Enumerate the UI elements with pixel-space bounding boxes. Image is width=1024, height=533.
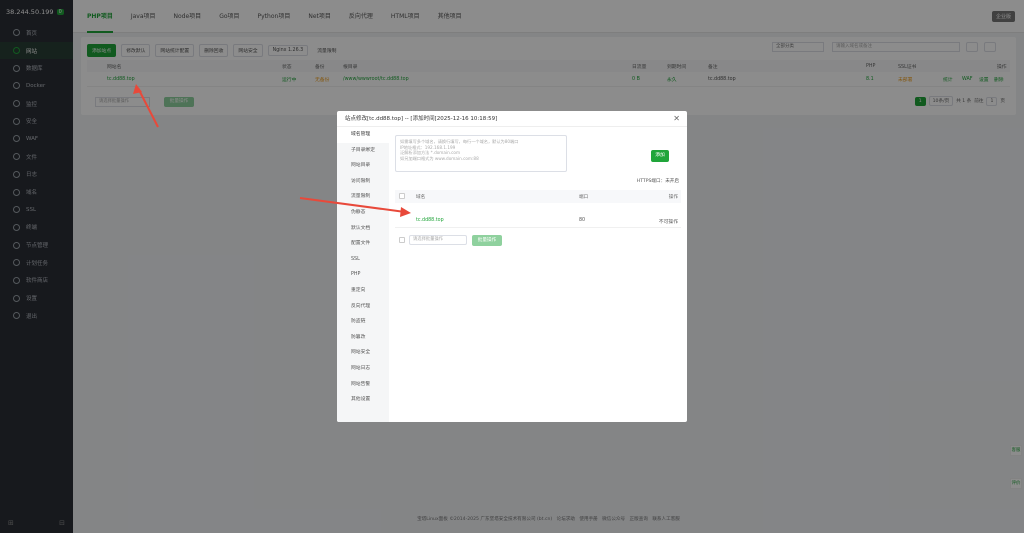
arrow-line <box>137 87 159 128</box>
arrow-head <box>400 207 411 217</box>
annotation-arrows <box>133 84 411 217</box>
arrow-line <box>299 197 406 213</box>
